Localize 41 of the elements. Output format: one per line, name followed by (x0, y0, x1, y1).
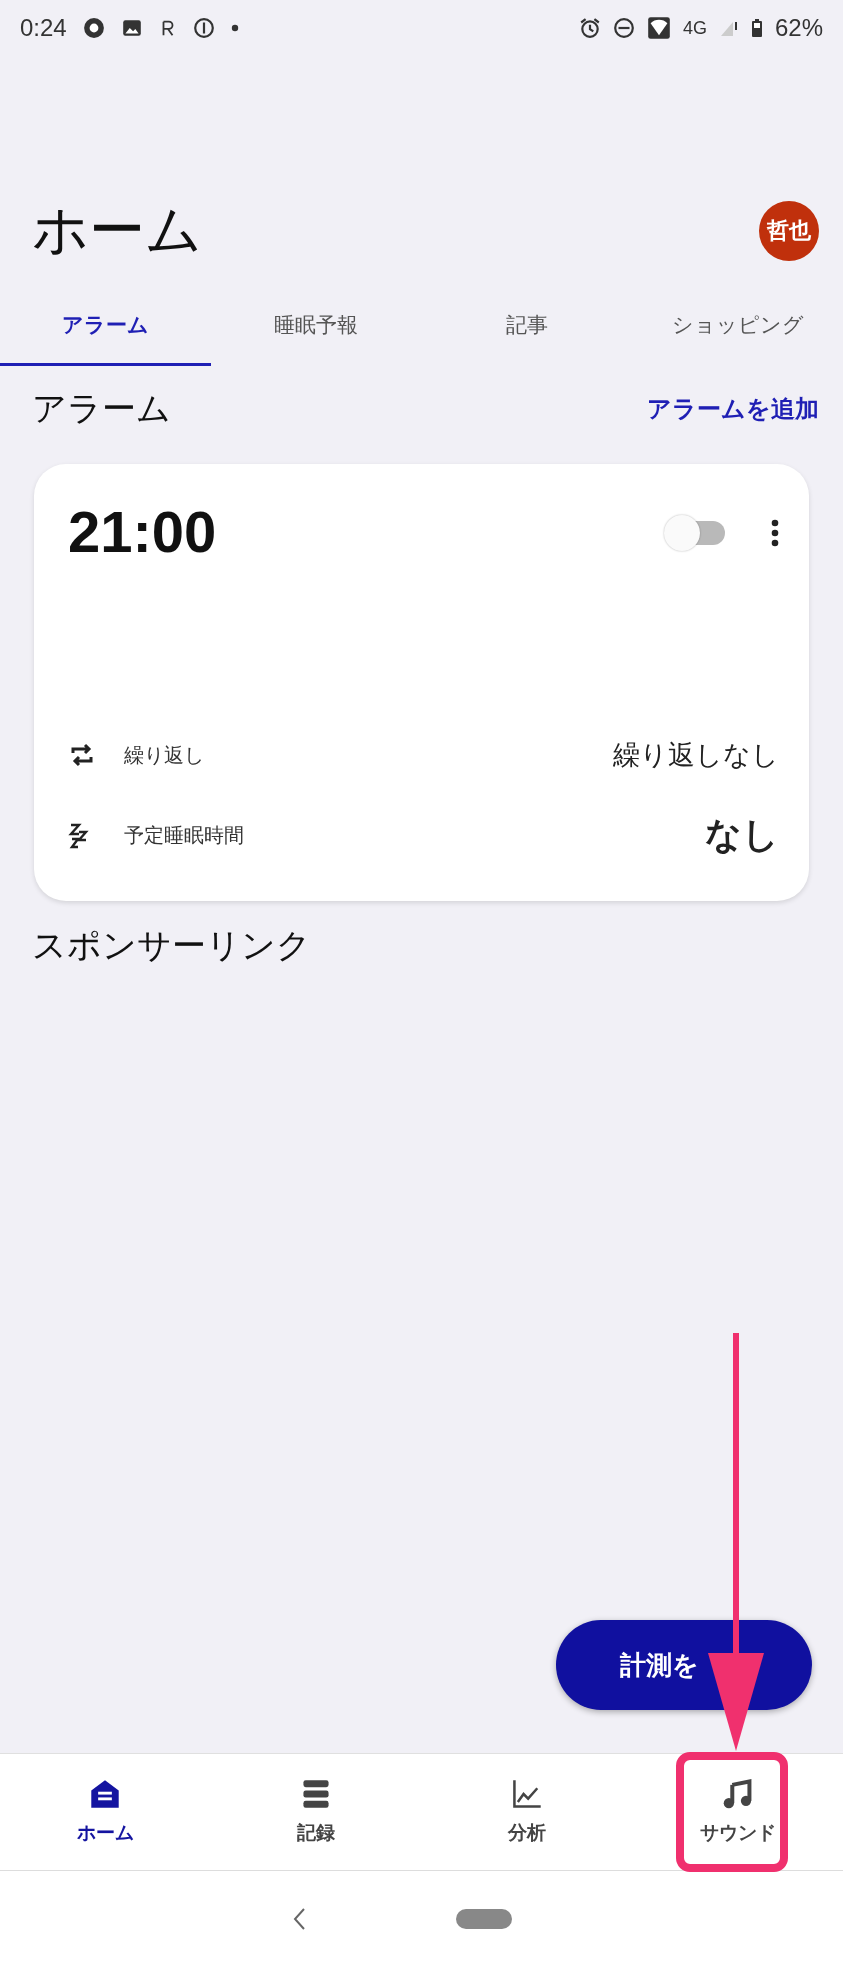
nav-item[interactable]: ホーム (0, 1754, 211, 1870)
home-icon (89, 1778, 122, 1810)
do-not-disturb-icon (612, 17, 635, 39)
circle-icon (192, 17, 215, 39)
more-options-icon (771, 519, 779, 547)
nav-label: 記録 (297, 1820, 336, 1845)
nav-label: サウンド (699, 1820, 776, 1845)
image-icon (120, 17, 143, 39)
battery-icon (750, 17, 763, 39)
clock-time: 0:24 (20, 14, 67, 42)
battery-level: 62% (774, 14, 823, 42)
line-chart-icon (510, 1778, 543, 1810)
section-title: アラーム (32, 387, 171, 430)
back-icon (291, 1907, 306, 1931)
nav-item[interactable]: 分析 (421, 1754, 633, 1870)
alarm-toggle[interactable] (663, 514, 727, 552)
wifi-icon (646, 16, 671, 40)
home-pill[interactable] (455, 1909, 512, 1929)
avatar[interactable]: 哲也 (759, 201, 819, 261)
dot-icon (230, 24, 239, 32)
music-note-icon (721, 1778, 754, 1810)
nav-label: ホーム (76, 1820, 134, 1845)
setting-label: 繰り返し (124, 741, 205, 769)
page-title: ホーム (32, 196, 202, 264)
browser-icon (82, 17, 105, 39)
setting-value[interactable]: なし (705, 810, 779, 860)
alarm-time: 21:00 (68, 498, 217, 565)
section-title: スポンサーリンク (31, 924, 312, 967)
tab[interactable]: 記事 (421, 286, 633, 366)
tab[interactable]: 睡眠予報 (210, 286, 422, 366)
add-alarm-link[interactable]: アラームを追加 (647, 393, 819, 425)
nav-item[interactable]: サウンド (632, 1754, 843, 1870)
alarm-card[interactable]: 21:00 繰り返し 繰り返しなし 予定睡眠時間 なし (34, 464, 809, 901)
setting-value[interactable]: 繰り返しなし (613, 737, 779, 773)
tab[interactable]: ショッピング (632, 286, 843, 366)
setting-label: 予定睡眠時間 (124, 821, 245, 849)
alarm-icon (578, 17, 601, 39)
nav-item[interactable]: 記録 (210, 1754, 422, 1870)
tab[interactable]: アラーム (0, 286, 211, 366)
network-label: 4G (682, 17, 707, 39)
nav-label: 分析 (507, 1820, 546, 1845)
